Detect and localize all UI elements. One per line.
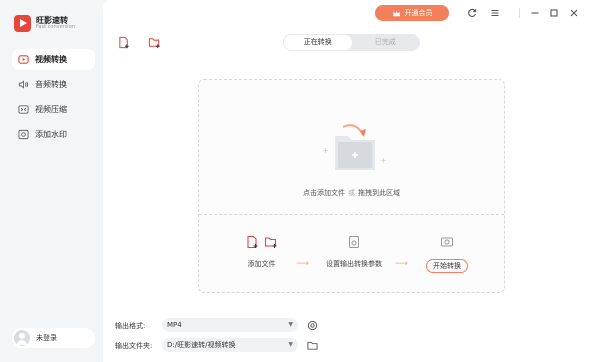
output-format-label: 输出格式: bbox=[115, 322, 146, 330]
compress-icon bbox=[18, 105, 29, 114]
tab-converting[interactable]: 正在转换 bbox=[284, 35, 352, 50]
sidebar-item-audio-convert[interactable]: 音频转换 bbox=[12, 74, 95, 95]
app-logo-icon bbox=[14, 15, 31, 32]
sidebar-item-video-compress[interactable]: 视频压缩 bbox=[12, 99, 95, 120]
sidebar-item-label: 视频转换 bbox=[35, 55, 67, 64]
drop-hint-click: 点击添加文件 bbox=[303, 189, 345, 197]
output-format-select[interactable]: MP4 ▼ bbox=[162, 318, 298, 332]
svg-text:+: + bbox=[380, 156, 387, 165]
crown-icon bbox=[392, 10, 400, 16]
watermark-icon bbox=[18, 129, 29, 140]
svg-text:+: + bbox=[322, 146, 329, 155]
output-folder-label: 输出文件夹: bbox=[115, 342, 153, 350]
sidebar: 旺影速转 Fast conversion 视频转换 音频转换 视频压缩 添加水印… bbox=[0, 0, 103, 362]
sidebar-item-watermark[interactable]: 添加水印 bbox=[12, 124, 95, 145]
tab-completed[interactable]: 已完成 bbox=[352, 35, 420, 50]
app-subtitle: Fast conversion bbox=[36, 24, 75, 31]
login-button[interactable]: 未登录 bbox=[12, 328, 95, 348]
arrow-icon: ⟶ bbox=[395, 259, 408, 269]
chevron-down-icon: ▼ bbox=[288, 321, 293, 328]
refresh-icon bbox=[468, 8, 477, 17]
drop-hint-drag: 拖拽到此区域 bbox=[358, 189, 400, 197]
menu-icon bbox=[491, 9, 499, 17]
chevron-down-icon: ▼ bbox=[288, 341, 293, 348]
login-status: 未登录 bbox=[36, 334, 57, 342]
vip-label: 开通会员 bbox=[404, 9, 433, 17]
sidebar-nav: 视频转换 音频转换 视频压缩 添加水印 bbox=[12, 49, 95, 149]
minimize-icon bbox=[531, 12, 539, 14]
start-convert-button[interactable]: 开始转换 bbox=[426, 259, 468, 273]
avatar bbox=[14, 330, 30, 346]
step-set-params: 设置输出转换参数 bbox=[319, 233, 389, 269]
settings-file-icon bbox=[349, 236, 359, 248]
audio-icon bbox=[18, 80, 29, 89]
add-folder-icon[interactable] bbox=[148, 36, 161, 49]
step-add-file: 添加文件 bbox=[239, 233, 284, 269]
sidebar-item-video-convert[interactable]: 视频转换 bbox=[12, 49, 95, 70]
video-convert-icon bbox=[18, 55, 29, 64]
output-folder-value: D:/旺影速转/视频转换 bbox=[167, 341, 236, 349]
sidebar-item-label: 视频压缩 bbox=[35, 105, 67, 114]
status-tabs: 正在转换 已完成 bbox=[283, 34, 420, 51]
refresh-button[interactable] bbox=[465, 6, 479, 20]
drop-zone-divider bbox=[199, 214, 504, 215]
arrow-icon: ⟶ bbox=[296, 259, 309, 269]
close-button[interactable] bbox=[567, 6, 581, 20]
menu-button[interactable] bbox=[488, 6, 502, 20]
file-icon bbox=[246, 235, 257, 249]
step-add-file-label: 添加文件 bbox=[247, 260, 276, 268]
add-file-icon[interactable] bbox=[118, 36, 131, 49]
app-logo: 旺影速转 Fast conversion bbox=[14, 15, 75, 32]
drop-hint: 点击添加文件或拖拽到此区域 bbox=[199, 188, 504, 198]
step-start: 开始转换 bbox=[417, 233, 477, 273]
close-icon bbox=[570, 9, 578, 17]
add-folder-illustration-icon: + + bbox=[322, 124, 387, 170]
open-folder-icon[interactable] bbox=[307, 340, 318, 351]
main-panel: 正在转换 已完成 开通会员 + + 点击添加文件 或 拖拽到此区域 添加文件 ⟶… bbox=[103, 0, 600, 362]
file-drop-zone[interactable]: + + 点击添加文件或拖拽到此区域 添加文件 ⟶ 设置输出转换参数 ⟶ 开始转换 bbox=[198, 79, 505, 293]
convert-icon bbox=[441, 237, 453, 247]
output-folder-select[interactable]: D:/旺影速转/视频转换 ▼ bbox=[162, 338, 298, 352]
format-settings-icon[interactable] bbox=[307, 320, 318, 331]
folder-icon bbox=[264, 237, 276, 248]
maximize-button[interactable] bbox=[547, 6, 561, 20]
vip-button[interactable]: 开通会员 bbox=[375, 5, 449, 21]
minimize-button[interactable] bbox=[528, 6, 542, 20]
step-set-params-label: 设置输出转换参数 bbox=[326, 260, 382, 268]
drop-hint-or: 或 bbox=[348, 189, 355, 197]
output-format-value: MP4 bbox=[167, 321, 182, 329]
sidebar-item-label: 音频转换 bbox=[35, 80, 67, 89]
maximize-icon bbox=[550, 9, 558, 17]
toolbar-divider bbox=[519, 8, 520, 18]
sidebar-item-label: 添加水印 bbox=[35, 130, 67, 139]
